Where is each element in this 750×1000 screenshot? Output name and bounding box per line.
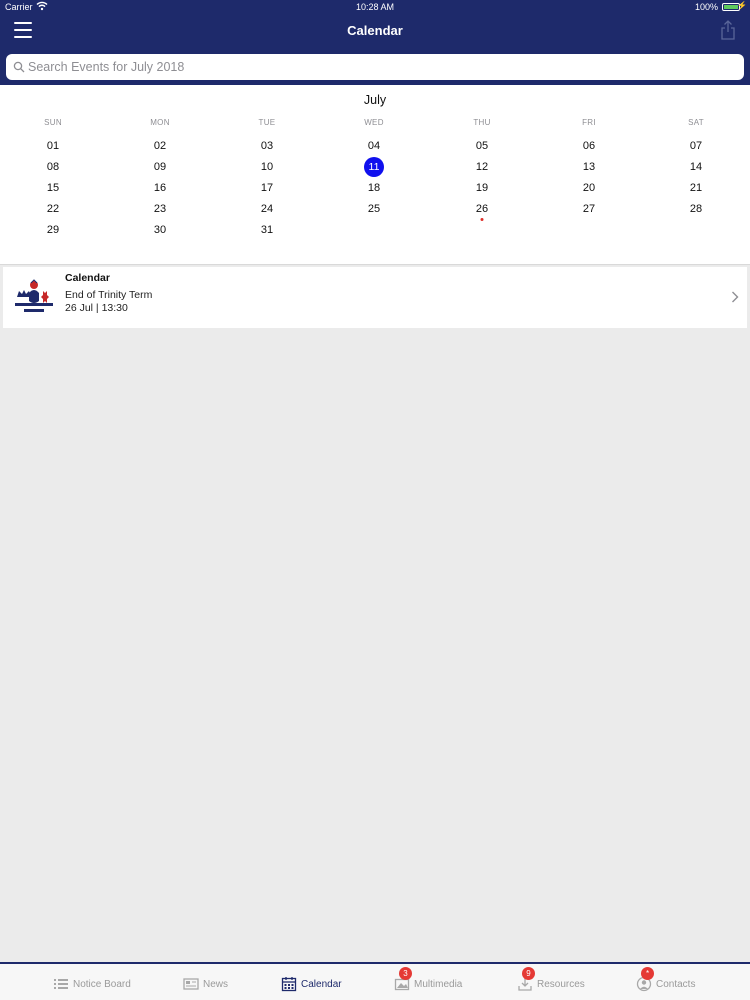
status-bar: Carrier 10:28 AM 100% ⚡ bbox=[0, 0, 750, 14]
month-calendar: July SUN MON TUE WED THU FRI SAT 01 02 03 04 05 06 07… bbox=[0, 85, 750, 265]
event-list-item[interactable]: Calendar End of Trinity Term 26 Jul | 13… bbox=[3, 267, 747, 328]
calendar-day[interactable]: 14 bbox=[685, 157, 707, 177]
tab-news[interactable]: News bbox=[183, 972, 228, 996]
calendar-day[interactable]: 21 bbox=[685, 178, 707, 198]
calendar-day[interactable]: 22 bbox=[42, 199, 64, 219]
weekday-header: THU bbox=[473, 118, 491, 127]
tab-contacts[interactable]: * Contacts bbox=[636, 967, 696, 996]
weekday-header: SUN bbox=[44, 118, 62, 127]
status-time: 10:28 AM bbox=[355, 2, 395, 12]
contacts-icon: * bbox=[636, 967, 654, 992]
tab-label: Calendar bbox=[301, 978, 342, 990]
calendar-day[interactable]: 07 bbox=[685, 136, 707, 156]
calendar-day[interactable]: 29 bbox=[42, 220, 64, 240]
calendar-day[interactable]: 16 bbox=[149, 178, 171, 198]
calendar-day[interactable]: 25 bbox=[363, 199, 385, 219]
tab-label: Contacts bbox=[656, 978, 696, 990]
calendar-day[interactable]: 10 bbox=[256, 157, 278, 177]
event-indicator-dot bbox=[480, 218, 484, 221]
calendar-day[interactable]: 13 bbox=[578, 157, 600, 177]
weekday-header: TUE bbox=[258, 118, 276, 127]
battery-percent: 100% bbox=[694, 2, 718, 12]
calendar-day[interactable]: 31 bbox=[256, 220, 278, 240]
calendar-day[interactable]: 05 bbox=[471, 136, 493, 156]
calendar-day[interactable]: 23 bbox=[149, 199, 171, 219]
weekday-header: MON bbox=[150, 118, 170, 127]
calendar-day[interactable]: 18 bbox=[363, 178, 385, 198]
notification-badge: 3 bbox=[399, 967, 412, 980]
charging-icon: ⚡ bbox=[737, 1, 747, 10]
notification-badge: * bbox=[641, 967, 654, 980]
calendar-day-selected[interactable]: 11 bbox=[364, 157, 384, 177]
tab-resources[interactable]: 9 Resources bbox=[517, 967, 585, 996]
tab-bar: Notice Board News Calendar 3 Multimedia … bbox=[0, 962, 750, 1000]
tab-label: Notice Board bbox=[73, 978, 131, 990]
newspaper-icon bbox=[183, 976, 199, 992]
calendar-day[interactable]: 28 bbox=[685, 199, 707, 219]
chevron-right-icon bbox=[732, 291, 739, 303]
tab-label: News bbox=[203, 978, 229, 990]
calendar-day[interactable]: 17 bbox=[256, 178, 278, 198]
calendar-day[interactable]: 26 bbox=[471, 199, 493, 219]
page-title: Calendar bbox=[347, 23, 403, 38]
calendar-icon bbox=[281, 976, 297, 992]
school-crest-logo bbox=[15, 279, 53, 312]
multimedia-icon: 3 bbox=[394, 967, 412, 992]
list-icon bbox=[53, 976, 69, 992]
calendar-day[interactable]: 04 bbox=[363, 136, 385, 156]
calendar-day[interactable]: 19 bbox=[471, 178, 493, 198]
weekday-header: SAT bbox=[688, 118, 704, 127]
calendar-day[interactable]: 15 bbox=[42, 178, 64, 198]
calendar-day[interactable]: 01 bbox=[42, 136, 64, 156]
calendar-day[interactable]: 12 bbox=[471, 157, 493, 177]
navigation-bar: Calendar bbox=[0, 14, 750, 52]
tab-multimedia[interactable]: 3 Multimedia bbox=[394, 967, 463, 996]
calendar-day[interactable]: 02 bbox=[149, 136, 171, 156]
search-bar-container bbox=[0, 52, 750, 85]
calendar-day[interactable]: 24 bbox=[256, 199, 278, 219]
share-icon[interactable] bbox=[720, 20, 736, 40]
search-input[interactable] bbox=[28, 57, 728, 77]
event-date: 26 Jul | 13:30 bbox=[65, 302, 128, 314]
month-title: July bbox=[363, 93, 387, 107]
calendar-day[interactable]: 06 bbox=[578, 136, 600, 156]
tab-calendar[interactable]: Calendar bbox=[281, 972, 342, 996]
calendar-day[interactable]: 27 bbox=[578, 199, 600, 219]
search-icon bbox=[13, 61, 25, 73]
event-calendar-name: Calendar bbox=[65, 272, 110, 284]
calendar-day[interactable]: 30 bbox=[149, 220, 171, 240]
calendar-day[interactable]: 08 bbox=[42, 157, 64, 177]
calendar-day[interactable]: 20 bbox=[578, 178, 600, 198]
weekday-header: WED bbox=[364, 118, 384, 127]
tab-label: Resources bbox=[537, 978, 585, 990]
tab-label: Multimedia bbox=[414, 978, 463, 990]
event-title: End of Trinity Term bbox=[65, 289, 153, 301]
calendar-day[interactable]: 03 bbox=[256, 136, 278, 156]
download-icon: 9 bbox=[517, 967, 535, 992]
notification-badge: 9 bbox=[522, 967, 535, 980]
calendar-day[interactable]: 09 bbox=[149, 157, 171, 177]
weekday-header: FRI bbox=[582, 118, 596, 127]
tab-notice-board[interactable]: Notice Board bbox=[53, 972, 131, 996]
search-bar[interactable] bbox=[6, 54, 744, 80]
